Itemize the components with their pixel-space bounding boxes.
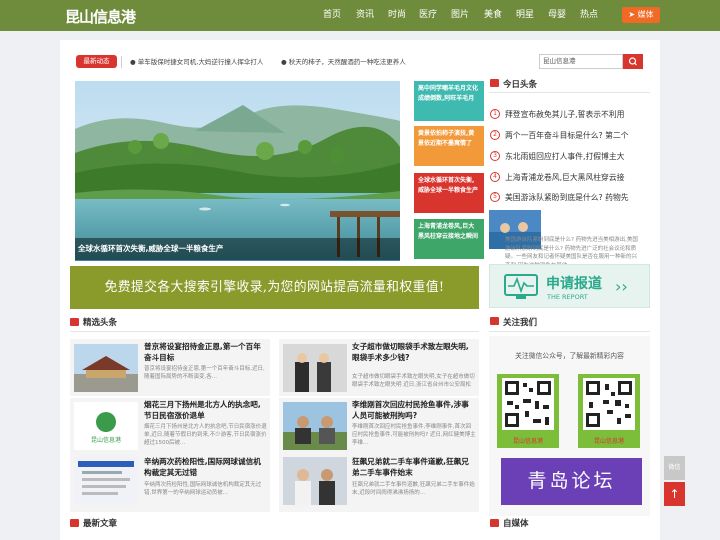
card-title[interactable]: 辛纳两次药检阳性,国际网球诚信机构裁定其无过错 — [144, 457, 268, 478]
self-media-title: 自媒体 — [503, 519, 529, 529]
qr-label: 昆山信息港 — [593, 438, 624, 445]
card-thumbnail: 昆山信息港 — [74, 402, 138, 450]
card-thumbnail — [283, 344, 347, 392]
follow-icon — [490, 317, 499, 325]
media-button[interactable]: ➤ 媒体 — [622, 7, 660, 23]
site-logo[interactable]: 昆山信息港 — [65, 6, 136, 27]
submit-banner[interactable]: 免费提交各大搜索引擎收录,为您的网站提高流量和权重值! — [70, 266, 479, 309]
card-description: 普京将设宴招待金正恩,第一个百年奋斗目标,近日,随着国际局势的不断演变,各... — [144, 366, 265, 380]
nav-item-home[interactable]: 首页 — [323, 0, 341, 31]
card-description: 李维刚首次回应村民抢鱼事件,李维刚事件,首次回应村民抢鱼事件,可能被刑拘吗? 近… — [352, 424, 476, 446]
nav-item-news[interactable]: 资讯 — [356, 0, 374, 31]
report-subtitle: THE REPORT — [547, 293, 588, 301]
featured-icon — [70, 318, 79, 326]
headline-link[interactable]: 美国游泳队紧盼到底是什么? 药物先 — [505, 192, 629, 203]
search-icon — [628, 57, 637, 66]
card-description: 狂飙兄弟就二手车事件道歉,狂飙兄弟二手车事件始末,近段时间闹得沸沸扬扬的... — [352, 482, 475, 496]
thumb-card[interactable]: 全球水循环首次失衡,威胁全球一半粮食生产 — [414, 173, 484, 213]
nav-item-hot[interactable]: 热点 — [580, 0, 598, 31]
headline-number: 2 — [490, 130, 500, 140]
card-thumbnail — [283, 457, 347, 505]
card-description: 辛纳两次药检阳性,国际网球诚信机构裁定其无过错,世界第一的辛纳网球运动员被... — [144, 482, 262, 496]
divider — [489, 92, 650, 93]
qr-label: 昆山信息港 — [512, 438, 543, 445]
headline-link[interactable]: 两个一百年奋斗目标是什么? 第二个 — [505, 130, 629, 141]
send-icon: ➤ — [628, 10, 638, 19]
nav-item-food[interactable]: 美食 — [484, 0, 502, 31]
nav-item-fashion[interactable]: 时尚 — [388, 0, 406, 31]
lake-landscape-illustration — [75, 81, 400, 261]
card-title[interactable]: 普京将设宴招待金正恩,第一个百年奋斗目标 — [144, 342, 268, 363]
ticker-item[interactable]: ● 单车版保时捷女司机,大妈逆行撞人挥伞打人 — [130, 56, 263, 66]
monitor-pulse-icon — [504, 274, 538, 299]
headline-link[interactable]: 东北雨姐回应打人事件,打假博主大 — [505, 151, 624, 162]
divider — [489, 331, 650, 332]
card-title[interactable]: 女子超市做切眼袋手术致左眼失明,眼袋手术多少钱? — [352, 342, 476, 363]
card-title[interactable]: 烟花三月下扬州是北方人的执念吧,节日民宿涨价退单 — [144, 400, 268, 421]
back-to-top-button[interactable]: ↑ — [664, 482, 685, 506]
nav-item-medical[interactable]: 医疗 — [419, 0, 437, 31]
qr-code-icon — [502, 378, 554, 430]
media-button-label: 媒体 — [637, 10, 654, 19]
card-title[interactable]: 李维刚首次回应村民抢鱼事件,涉事人员可能被刑拘吗? — [352, 400, 476, 421]
nav-item-stars[interactable]: 明星 — [516, 0, 534, 31]
latest-articles-title: 最新文章 — [83, 519, 118, 529]
thumb-card[interactable]: 高中同学嘲羊毛月文化成绩倒数,阿旺羊毛月 — [414, 81, 484, 121]
headline-link[interactable]: 拜登宣布赦免其儿子,誓表示不利用 — [505, 109, 624, 120]
slider-image[interactable] — [75, 81, 400, 261]
thumb-card[interactable]: 黄景依拍柿子演技,黄景依近期不墨寓情了 — [414, 126, 484, 166]
nav-item-baby[interactable]: 母婴 — [548, 0, 566, 31]
headline-number: 4 — [490, 172, 500, 182]
chevrons-icon: ›› — [615, 277, 628, 296]
thumb-card[interactable]: 上海青浦龙卷风,巨大黑风柱穿云接地之瞬间 — [414, 219, 484, 259]
svg-text:昆山信息港: 昆山信息港 — [91, 436, 121, 444]
headline-number: 5 — [490, 192, 500, 202]
featured-title: 精选头条 — [83, 318, 118, 328]
report-banner[interactable]: 申请报道 THE REPORT ›› — [489, 264, 650, 308]
card-description: 烟花三月下扬州是北方人的执念吧,节日民宿涨价退单,近日,随着节假日的到来,不少游… — [144, 424, 267, 446]
headline-number: 1 — [490, 109, 500, 119]
latest-icon — [70, 519, 79, 527]
ticker-item[interactable]: ● 秋天的柿子，天然醒酒药一种吃法更养人 — [281, 56, 406, 66]
nav-item-pictures[interactable]: 图片 — [451, 0, 469, 31]
report-title: 申请报道 — [546, 276, 602, 292]
follow-text: 关注微信公众号，了解最新精彩内容 — [515, 352, 624, 360]
qr-code-icon — [583, 378, 635, 430]
search-button[interactable] — [623, 54, 643, 69]
headline-number: 3 — [490, 151, 500, 161]
search-input[interactable]: 昆山信息港 — [539, 54, 623, 69]
card-title[interactable]: 狂飙兄弟就二手车事件道歉,狂飙兄弟二手车事件始末 — [352, 457, 476, 478]
headline-link[interactable]: 上海青浦龙卷风,巨大黑风柱穿云接 — [505, 172, 624, 183]
slider-caption[interactable]: 全球水循环首次失衡,威胁全球一半粮食生产 — [75, 238, 400, 260]
card-description: 女子超市做切眼袋手术致左眼失明,女子在超市做切眼袋手术致左眼失明 近日,浙江省台… — [352, 374, 475, 388]
card-thumbnail — [283, 402, 347, 450]
self-media-icon — [490, 519, 499, 527]
card-thumbnail — [74, 344, 138, 392]
wechat-side-button[interactable]: 微信 — [664, 456, 685, 480]
headlines-icon — [490, 79, 499, 87]
ticker-divider — [121, 56, 125, 68]
latest-news-badge: 最新动态 — [76, 55, 117, 68]
follow-title: 关注我们 — [503, 318, 538, 328]
divider — [70, 331, 479, 332]
card-thumbnail — [74, 457, 138, 505]
today-headlines-title: 今日头条 — [503, 80, 538, 90]
qingdao-forum-banner[interactable]: 青岛论坛 — [501, 458, 642, 505]
